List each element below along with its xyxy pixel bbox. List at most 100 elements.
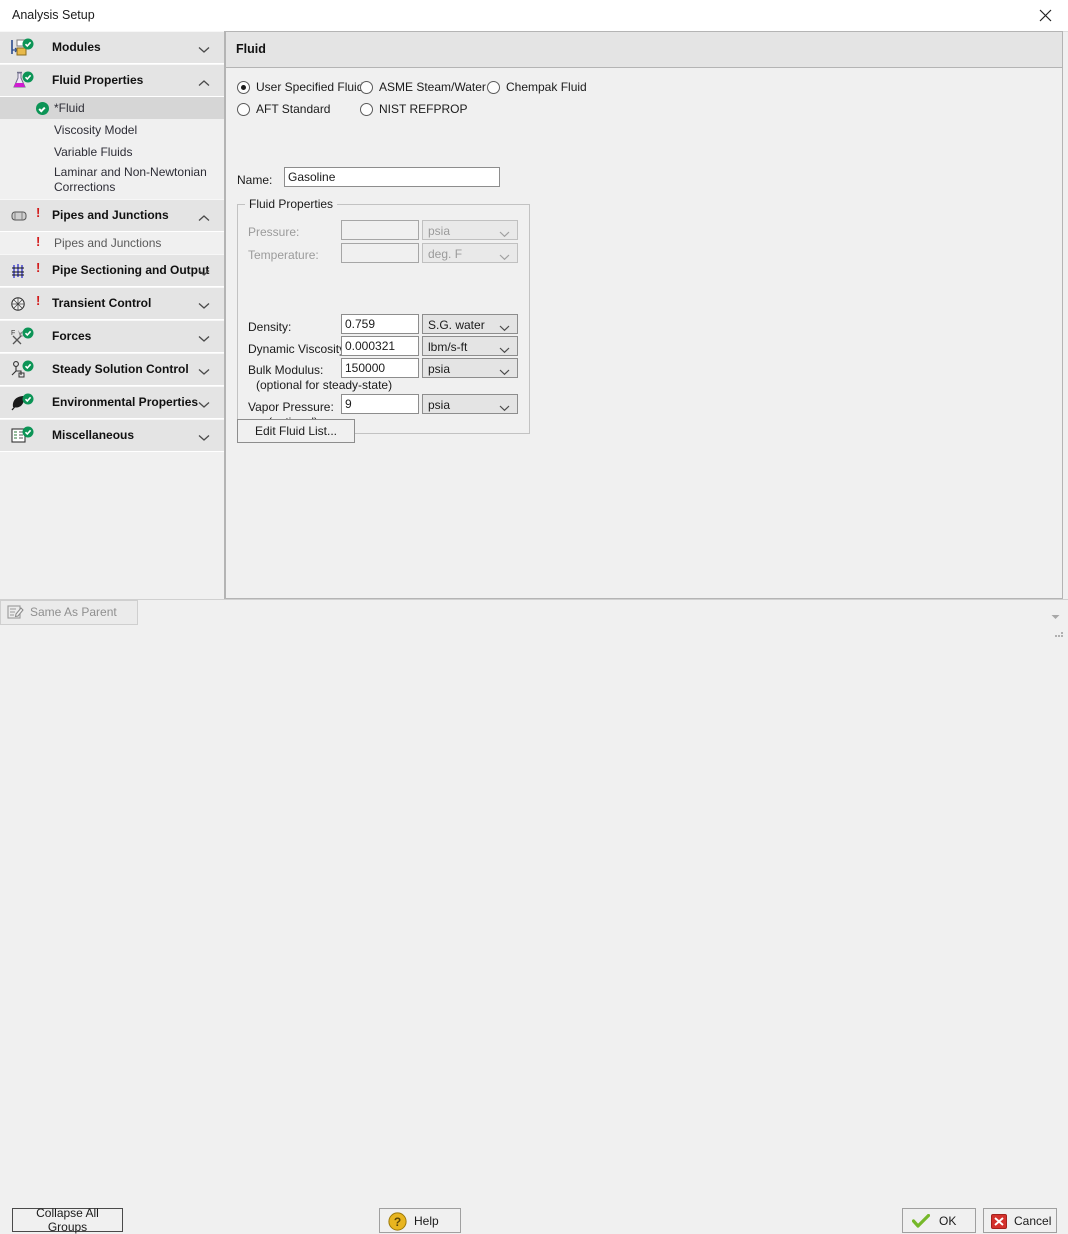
transient-icon [10,294,36,314]
sidebar-item-viscosity-model[interactable]: Viscosity Model [0,119,224,141]
chevron-up-icon[interactable] [198,76,210,90]
sidebar-group-pipe-sectioning-and-output[interactable]: ! Pipe Sectioning and Output [0,254,224,287]
sidebar-item-label: Laminar and Non-Newtonian Corrections [54,165,207,194]
density-unit-select[interactable]: S.G. water [422,314,518,334]
bulk-modulus-unit-select[interactable]: psia [422,358,518,378]
vapor-pressure-unit-select[interactable]: psia [422,394,518,414]
svg-text:?: ? [394,1215,401,1229]
page-title: Fluid [236,42,266,56]
same-as-parent-dropdown[interactable]: Same As Parent [0,600,1060,625]
dynamic-viscosity-input[interactable] [341,336,419,356]
pressure-label: Pressure: [248,225,300,239]
radio-asme-steam-water[interactable]: ASME Steam/Water [360,80,486,94]
density-input[interactable] [341,314,419,334]
pressure-unit-value: psia [428,224,451,238]
sidebar-item-laminar-corrections[interactable]: Laminar and Non-Newtonian Corrections [0,163,224,199]
vapor-pressure-label: Vapor Pressure: [248,400,334,414]
dynamic-viscosity-unit-select[interactable]: lbm/s-ft [422,336,518,356]
chevron-down-icon [499,227,510,241]
fluid-name-input[interactable] [284,167,500,187]
radio-aft-standard[interactable]: AFT Standard [237,102,330,116]
sidebar-item-label: Viscosity Model [54,123,138,137]
setup-sidebar[interactable]: Modules Fluid Properties *Fluid Viscosit… [0,31,225,599]
modules-icon [10,38,36,58]
dialog-footer: Collapse All Groups Same As Parent ? Hel… [0,599,1068,1234]
fluid-source-row-1: User Specified Fluid ASME Steam/Water Ch… [237,80,837,100]
chevron-up-icon[interactable] [198,211,210,225]
forces-icon: F [10,327,36,347]
sidebar-group-pipes-and-junctions[interactable]: ! Pipes and Junctions [0,199,224,232]
sidebar-item-pipes-and-junctions[interactable]: ! Pipes and Junctions [0,232,224,254]
ok-label: OK [939,1214,957,1228]
pressure-input[interactable] [341,220,419,240]
edit-fluid-list-button[interactable]: Edit Fluid List... [237,419,355,443]
sidebar-group-label: Environmental Properties [52,395,199,409]
sidebar-group-miscellaneous[interactable]: Miscellaneous [0,419,224,452]
bulk-modulus-note: (optional for steady-state) [256,378,393,392]
chevron-down-icon[interactable] [198,332,210,346]
chevron-down-icon[interactable] [198,299,210,313]
radio-label: NIST REFPROP [379,102,468,116]
list-icon [10,426,36,446]
temperature-label: Temperature: [248,248,319,262]
bulk-modulus-input[interactable] [341,358,419,378]
chevron-down-icon [499,321,510,335]
sidebar-group-transient-control[interactable]: ! Transient Control [0,287,224,320]
name-label: Name: [237,173,273,187]
leaf-icon [10,393,36,413]
radio-label: AFT Standard [256,102,331,116]
same-as-parent-label: Same As Parent [30,605,117,619]
resize-grip-icon[interactable] [1053,627,1065,642]
pressure-unit-select[interactable]: psia [422,220,518,240]
sidebar-group-label: Transient Control [52,296,152,310]
help-button[interactable]: ? Help [379,1208,461,1233]
close-icon[interactable] [1022,0,1068,30]
sidebar-item-fluid[interactable]: *Fluid [0,97,224,119]
density-unit-value: S.G. water [428,318,485,332]
status-warning-icon: ! [36,234,41,249]
cancel-button[interactable]: Cancel [983,1208,1057,1233]
chevron-down-icon[interactable] [198,43,210,57]
chevron-down-icon [499,250,510,264]
collapse-all-groups-button[interactable]: Collapse All Groups [12,1206,123,1234]
radio-chempak-fluid[interactable]: Chempak Fluid [487,80,587,94]
chevron-down-icon [499,365,510,379]
sidebar-item-label: Pipes and Junctions [54,236,162,250]
sidebar-group-modules[interactable]: Modules [0,31,224,64]
edit-note-icon [7,604,24,623]
sidebar-group-label: Pipe Sectioning and Output [52,263,210,277]
fluid-source-row-2: AFT Standard NIST REFPROP [237,102,837,122]
chevron-down-icon[interactable] [198,398,210,412]
sidebar-group-label: Forces [52,329,92,343]
check-icon [911,1213,931,1232]
window-titlebar: Analysis Setup [0,0,1068,32]
sidebar-group-steady-solution-control[interactable]: Steady Solution Control [0,353,224,386]
pipe-icon [10,206,36,226]
vapor-pressure-unit-value: psia [428,398,451,412]
radio-label: User Specified Fluid [256,80,364,94]
chevron-down-icon [499,401,510,415]
fluid-properties-legend: Fluid Properties [245,197,338,211]
sidebar-group-fluid-properties[interactable]: Fluid Properties [0,64,224,97]
temperature-unit-select[interactable]: deg. F [422,243,518,263]
grid-icon [10,261,36,281]
sidebar-item-label: *Fluid [54,101,85,115]
chevron-down-icon[interactable] [198,266,210,280]
sidebar-group-label: Modules [52,40,101,54]
sidebar-item-variable-fluids[interactable]: Variable Fluids [0,141,224,163]
vapor-pressure-input[interactable] [341,394,419,414]
temperature-input[interactable] [341,243,419,263]
density-label: Density: [248,320,292,334]
chevron-down-icon[interactable] [198,431,210,445]
sidebar-group-environmental-properties[interactable]: Environmental Properties [0,386,224,419]
radio-label: Chempak Fluid [506,80,587,94]
sidebar-group-forces[interactable]: F Forces [0,320,224,353]
help-icon: ? [388,1212,407,1234]
radio-nist-refprop[interactable]: NIST REFPROP [360,102,467,116]
radio-user-specified-fluid[interactable]: User Specified Fluid [237,80,363,94]
sidebar-group-label: Steady Solution Control [52,362,189,376]
chevron-down-icon [499,343,510,357]
ok-button[interactable]: OK [902,1208,976,1233]
fluid-panel: Fluid User Specified Fluid ASME Steam/Wa… [225,31,1063,599]
chevron-down-icon[interactable] [198,365,210,379]
